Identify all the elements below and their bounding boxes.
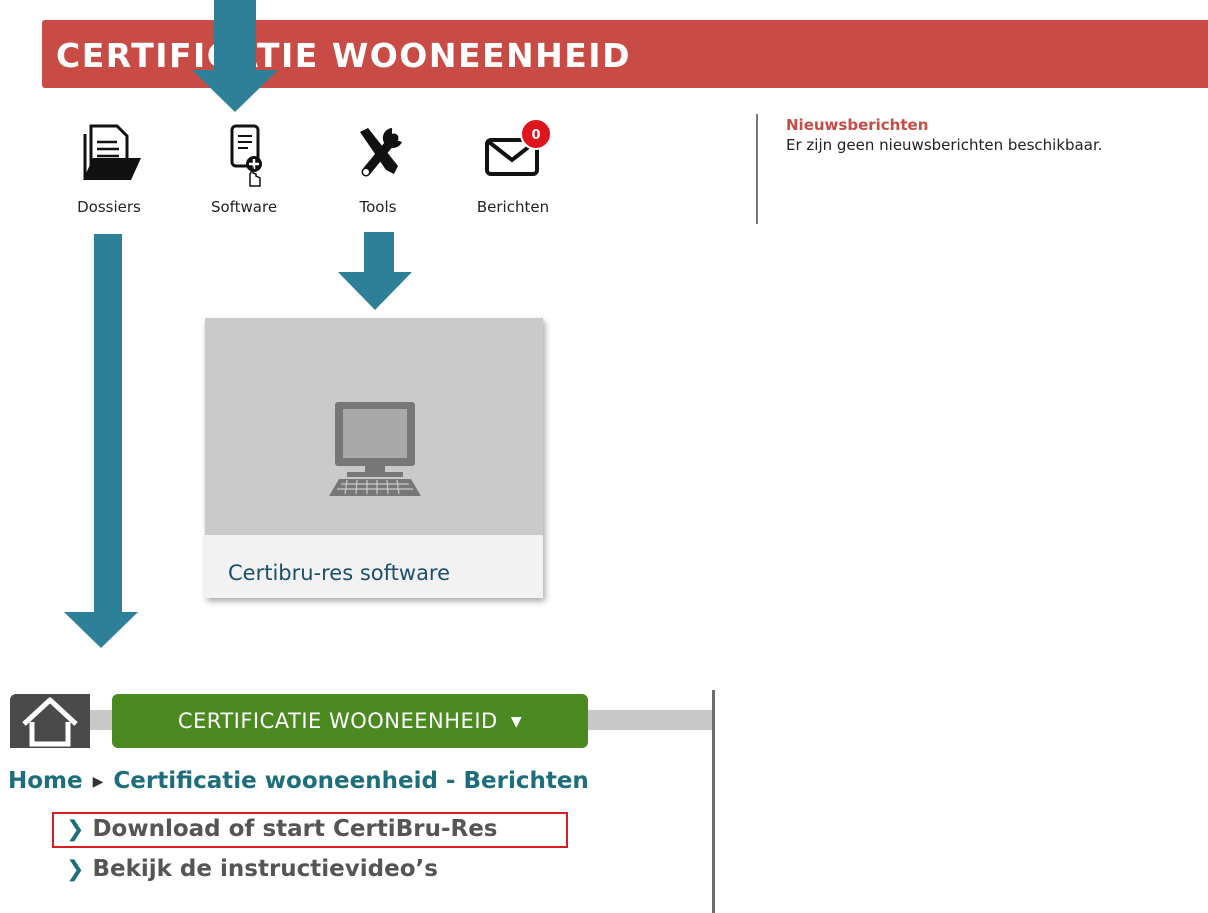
arrow-down-tools: [364, 232, 394, 272]
page-title: CERTIFICATIE WOONEENHEID: [56, 36, 631, 75]
home-button[interactable]: [10, 694, 90, 748]
breadcrumb: Home ▶ Certificatie wooneenheid - Berichte…: [8, 768, 589, 794]
card-image: [205, 318, 543, 535]
nav-software[interactable]: Software: [189, 118, 299, 216]
home-icon: [22, 697, 78, 747]
content-divider: [712, 690, 715, 913]
folder-icon: [83, 124, 141, 180]
arrowhead-dossiers: [64, 612, 138, 648]
news-title: Nieuwsberichten: [786, 116, 929, 134]
breadcrumb-home[interactable]: Home: [8, 768, 83, 794]
highlight-box: [52, 812, 568, 848]
card-title: Certibru-res software: [228, 561, 451, 585]
software-card[interactable]: Certibru-res software: [205, 318, 543, 598]
arrow-down-dossiers: [94, 234, 122, 612]
nav-tools[interactable]: Tools: [323, 118, 433, 216]
document-add-icon: [230, 124, 262, 187]
section-dropdown-button[interactable]: CERTIFICATIE WOONEENHEID ▼: [112, 694, 588, 748]
caret-down-icon: ▼: [510, 714, 523, 730]
news-empty-text: Er zijn geen nieuwsberichten beschikbaar…: [786, 136, 1103, 154]
arrowhead-tools: [338, 272, 412, 310]
computer-icon: [329, 402, 421, 496]
chevron-right-icon: ❯: [66, 857, 85, 882]
breadcrumb-current[interactable]: Certificatie wooneenheid - Berichten: [113, 768, 588, 794]
breadcrumb-separator-icon: ▶: [92, 773, 104, 790]
unread-badge: 0: [520, 118, 552, 150]
link-instructievideos[interactable]: ❯ Bekijk de instructievideo’s: [66, 856, 438, 882]
tools-icon: [360, 128, 402, 177]
nav-dossiers[interactable]: Dossiers: [54, 118, 164, 216]
news-divider: [756, 114, 758, 224]
